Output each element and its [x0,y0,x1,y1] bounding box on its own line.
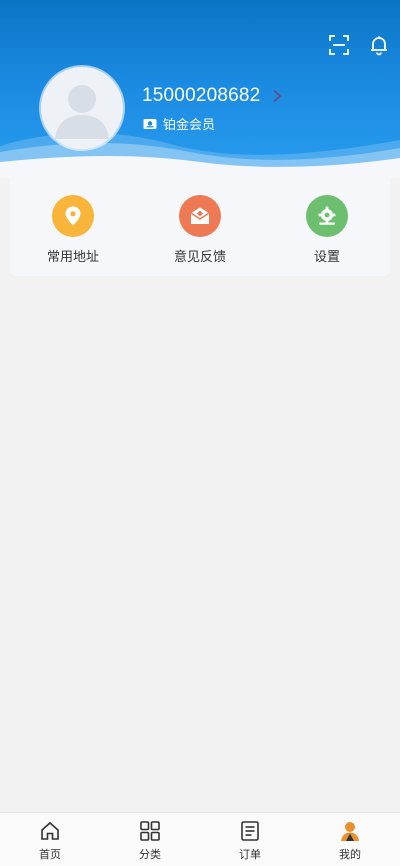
member-badge: 铂金会员 [143,114,215,133]
quick-actions-card: 常用地址 意见反馈 设置 [10,178,390,276]
user-phone-row[interactable]: 15000208682 [142,85,282,107]
bell-icon[interactable] [368,34,390,56]
nav-item-orders[interactable]: 订单 [200,813,300,866]
quick-action-feedback[interactable]: 意见反馈 [150,178,250,276]
member-level: 铂金会员 [163,118,216,133]
chevron-right-icon [273,89,282,103]
quick-action-settings[interactable]: 设置 [277,178,377,276]
bottom-nav: 首页 分类 订单 我的 [0,812,400,866]
member-card-icon [143,118,157,129]
nav-item-home[interactable]: 首页 [0,813,100,866]
grid-icon [140,821,160,841]
nav-item-category[interactable]: 分类 [100,813,200,866]
nav-label: 分类 [139,848,161,861]
quick-action-address[interactable]: 常用地址 [23,178,123,276]
nav-label: 我的 [339,848,361,861]
nav-label: 订单 [239,848,261,861]
nav-item-mine[interactable]: 我的 [300,813,400,866]
quick-action-label: 常用地址 [46,250,99,265]
location-pin-icon [52,195,94,237]
quick-action-label: 意见反馈 [173,250,226,265]
envelope-icon [179,195,221,237]
quick-action-label: 设置 [313,250,340,265]
avatar[interactable] [41,67,123,149]
gear-icon [306,195,348,237]
home-icon [41,821,59,840]
profile-header: 15000208682 铂金会员 [0,0,400,178]
avatar-placeholder-icon [41,67,123,149]
scan-icon[interactable] [328,34,350,56]
nav-label: 首页 [39,848,61,861]
list-icon [241,821,259,841]
user-phone: 15000208682 [142,85,261,106]
user-icon [341,822,359,841]
